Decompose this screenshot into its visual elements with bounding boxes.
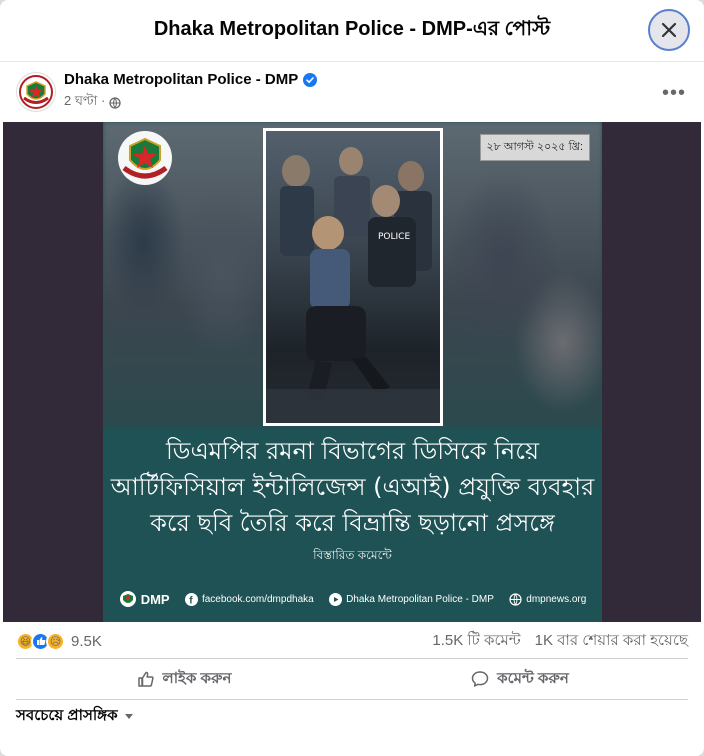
date-badge: ২৮ আগস্ট ২০২৫ খ্রি: xyxy=(479,134,590,161)
close-icon xyxy=(661,22,677,38)
poster-details: বিস্তারিত কমেন্টে xyxy=(313,548,392,562)
close-button[interactable] xyxy=(648,9,690,51)
shares-count[interactable]: 1K বার শেয়ার করা হয়েছে xyxy=(535,629,688,654)
post-time[interactable]: 2 ঘণ্টা · xyxy=(64,92,105,113)
poster-image: POLICE ২৮ আগস্ট ২০২৫ খ্রি: ডিএমপির রমনা … xyxy=(103,122,602,622)
more-options-icon: ••• xyxy=(661,82,686,104)
comments-count[interactable]: 1.5K টি কমেন্ট xyxy=(432,629,520,654)
comment-label: কমেন্ট করুন xyxy=(497,669,569,687)
reactions-count[interactable]: 9.5K xyxy=(71,633,102,650)
headline-line: আর্টিফিসিয়াল ইন্টালিজেন্স (এআই) প্রযুক্… xyxy=(110,473,595,501)
dmp-crest-icon xyxy=(118,131,172,185)
thumbs-up-icon xyxy=(137,671,154,687)
caret-down-icon xyxy=(124,714,133,719)
globe-icon xyxy=(109,96,122,109)
footer-web: dmpnews.org xyxy=(509,592,586,606)
verified-badge-icon xyxy=(303,72,318,87)
dialog-header: Dhaka Metropolitan Police - DMP-এর পোস্ট xyxy=(0,0,704,62)
page-name-row: Dhaka Metropolitan Police - DMP xyxy=(64,71,318,88)
headline-line: ডিএমপির রমনা বিভাগের ডিসিকে নিয়ে xyxy=(165,437,540,465)
sad-icon: 😥 xyxy=(46,631,65,651)
footer-youtube: Dhaka Metropolitan Police - DMP xyxy=(329,592,494,606)
footer-dmp: DMP xyxy=(119,590,170,608)
post-header: Dhaka Metropolitan Police - DMP 2 ঘণ্টা … xyxy=(0,62,704,122)
poster-text: ডিএমপির রমনা বিভাগের ডিসিকে নিয়ে আর্টিফ… xyxy=(103,427,602,567)
page-avatar[interactable] xyxy=(16,72,56,112)
web-globe-icon xyxy=(509,592,522,606)
headline-line: করে ছবি তৈরি করে বিভ্রান্তি ছড়ানো প্রসঙ… xyxy=(150,509,555,537)
comment-sort-dropdown[interactable]: সবচেয়ে প্রাসঙ্গিক xyxy=(16,704,134,728)
post-media[interactable]: POLICE ২৮ আগস্ট ২০২৫ খ্রি: ডিএমপির রমনা … xyxy=(3,122,701,622)
sort-label: সবচেয়ে প্রাসঙ্গিক xyxy=(16,706,118,724)
post-dialog: Dhaka Metropolitan Police - DMP-এর পোস্ট… xyxy=(0,0,704,756)
dialog-title: Dhaka Metropolitan Police - DMP-এর পোস্ট xyxy=(153,18,551,40)
youtube-icon xyxy=(329,592,343,606)
post-meta: 2 ঘণ্টা · xyxy=(64,92,317,113)
post-author-block: Dhaka Metropolitan Police - DMP 2 ঘণ্টা … xyxy=(64,71,318,113)
engagement-counts: 1.5K টি কমেন্ট 1K বার শেয়ার করা হয়েছে xyxy=(432,629,688,654)
dmp-small-logo-icon xyxy=(119,591,136,607)
comment-button[interactable]: কমেন্ট করুন xyxy=(352,659,688,699)
svg-text:POLICE: POLICE xyxy=(378,232,410,242)
footer-facebook: f facebook.com/dmpdhaka xyxy=(184,592,314,606)
dmp-logo-icon xyxy=(19,75,53,109)
action-bar: লাইক করুন কমেন্ট করুন xyxy=(16,658,688,700)
page-name-link[interactable]: Dhaka Metropolitan Police - DMP xyxy=(64,71,298,88)
comment-icon xyxy=(471,671,489,687)
reactions-bar: 😆 😥 9.5K 1.5K টি কমেন্ট 1K বার শেয়ার কর… xyxy=(16,628,688,654)
reaction-summary[interactable]: 😆 😥 9.5K xyxy=(16,631,102,651)
photo-figures: POLICE xyxy=(266,147,440,423)
facebook-icon: f xyxy=(184,592,198,606)
poster-footer: DMP f facebook.com/dmpdhaka Dhaka Metrop… xyxy=(103,586,602,612)
photo-scene: POLICE xyxy=(266,131,440,423)
poster-photo: POLICE xyxy=(263,128,443,426)
like-button[interactable]: লাইক করুন xyxy=(16,659,352,699)
more-options-button[interactable]: ••• xyxy=(662,82,686,105)
poster-headline: ডিএমপির রমনা বিভাগের ডিসিকে নিয়ে আর্টিফ… xyxy=(103,427,602,541)
like-label: লাইক করুন xyxy=(162,669,232,687)
